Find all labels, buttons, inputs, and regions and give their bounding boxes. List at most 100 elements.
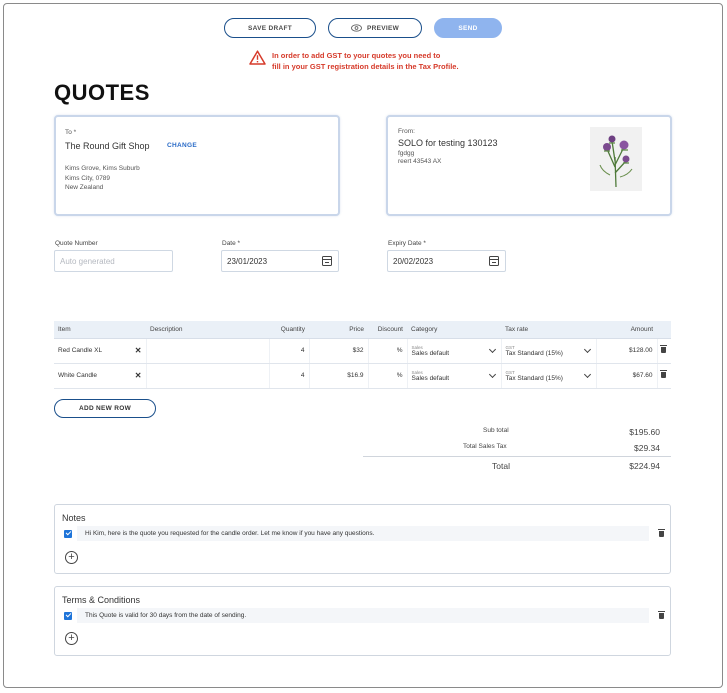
preview-button[interactable]: PREVIEW	[328, 18, 422, 38]
column-header-amount: Amount	[596, 321, 657, 339]
discount-cell[interactable]: %	[368, 363, 408, 389]
terms-panel: Terms & Conditions This Quote is valid f…	[54, 586, 671, 656]
notes-item: Hi Kim, here is the quote you requested …	[64, 526, 665, 541]
add-note-icon[interactable]: +	[65, 551, 78, 564]
notes-title: Notes	[62, 513, 86, 523]
amount-cell: $67.60	[596, 363, 658, 389]
send-label: SEND	[458, 24, 478, 32]
column-header-quantity: Quantity	[269, 321, 309, 339]
delete-row-cell	[657, 338, 671, 364]
warning-line-1: In order to add GST to your quotes you n…	[272, 51, 441, 60]
chevron-down-icon	[583, 370, 591, 378]
note-checkbox[interactable]	[64, 529, 72, 538]
total-sales-tax-value: $29.34	[634, 443, 660, 453]
calendar-icon[interactable]	[489, 256, 499, 266]
date-value: 23/01/2023	[227, 256, 268, 266]
chevron-down-icon	[488, 370, 496, 378]
from-label: From:	[398, 128, 415, 135]
tax-value: Tax Standard (15%)	[505, 374, 563, 382]
date-field[interactable]: 23/01/2023	[221, 250, 339, 272]
thistle-flower-icon	[599, 135, 633, 188]
send-button[interactable]: SEND	[434, 18, 502, 38]
note-text-input[interactable]: Hi Kim, here is the quote you requested …	[77, 526, 649, 541]
trash-icon[interactable]	[658, 528, 665, 537]
chevron-down-icon	[488, 345, 496, 353]
table-header-row: Item Description Quantity Price Discount…	[54, 321, 671, 339]
terms-text-input[interactable]: This Quote is valid for 30 days from the…	[77, 608, 649, 623]
clear-item-icon[interactable]: ✕	[135, 346, 142, 355]
expiry-date-label: Expiry Date *	[388, 240, 426, 247]
column-header-actions	[657, 321, 671, 339]
quantity-cell[interactable]: 4	[269, 363, 310, 389]
tax-value: Tax Standard (15%)	[505, 349, 563, 357]
add-terms-icon[interactable]: +	[65, 632, 78, 645]
to-label: To *	[65, 129, 77, 136]
tax-rate-select[interactable]: GST Tax Standard (15%)	[501, 338, 597, 364]
expiry-date-field[interactable]: 20/02/2023	[387, 250, 506, 272]
total-sales-tax-label: Total Sales Tax	[463, 443, 507, 450]
preview-label: PREVIEW	[366, 24, 400, 32]
business-line-1: fgdgg	[398, 150, 415, 157]
item-cell[interactable]: Red Candle XL ✕	[54, 338, 147, 364]
table-row: Red Candle XL ✕ 4 $32 % Sales Sales defaul…	[54, 338, 671, 364]
total-value: $224.94	[629, 461, 660, 471]
notes-panel: Notes Hi Kim, here is the quote you requ…	[54, 504, 671, 574]
description-cell[interactable]	[146, 338, 270, 364]
customer-name: The Round Gift Shop	[65, 141, 150, 151]
terms-checkbox[interactable]	[64, 611, 72, 620]
subtotal-value: $195.60	[629, 427, 660, 437]
business-logo	[590, 127, 642, 191]
item-name: White Candle	[58, 372, 98, 379]
column-header-tax-rate: Tax rate	[501, 321, 596, 339]
business-name: SOLO for testing 130123	[398, 138, 498, 148]
totals-divider	[363, 456, 671, 457]
quote-number-input[interactable]: Auto generated	[54, 250, 173, 272]
discount-cell[interactable]: %	[368, 338, 408, 364]
total-label: Total	[492, 461, 510, 471]
column-header-category: Category	[407, 321, 501, 339]
chevron-down-icon	[583, 345, 591, 353]
calendar-icon[interactable]	[322, 256, 332, 266]
terms-title: Terms & Conditions	[62, 595, 141, 605]
trash-icon[interactable]	[659, 369, 667, 378]
description-cell[interactable]	[146, 363, 270, 389]
address-line-1: Kims Grove, Kims Suburb	[65, 165, 140, 172]
category-value: Sales default	[411, 374, 450, 382]
table-row: White Candle ✕ 4 $16.9 % Sales Sales defau…	[54, 363, 671, 389]
warning-triangle-icon	[249, 50, 266, 65]
trash-icon[interactable]	[658, 610, 665, 619]
address-line-2: Kims City, 0789	[65, 174, 111, 182]
price-cell[interactable]: $16.9	[309, 363, 369, 389]
quote-number-placeholder: Auto generated	[60, 256, 115, 266]
category-select[interactable]: Sales Sales default	[407, 338, 502, 364]
amount-cell: $128.00	[596, 338, 658, 364]
change-customer-link[interactable]: CHANGE	[167, 142, 197, 149]
warning-line-2: fill in your GST registration details in…	[272, 62, 459, 71]
column-header-discount: Discount	[368, 321, 407, 339]
line-items-table: Item Description Quantity Price Discount…	[54, 321, 671, 389]
add-new-row-label: ADD NEW ROW	[78, 405, 132, 412]
category-select[interactable]: Sales Sales default	[407, 363, 502, 389]
delete-row-cell	[657, 363, 671, 389]
page-title: QUOTES	[54, 80, 150, 105]
column-header-description: Description	[146, 321, 269, 339]
customer-address: Kims Grove, Kims Suburb Kims City, 0789 …	[65, 164, 140, 193]
clear-item-icon[interactable]: ✕	[135, 371, 142, 380]
from-card: From: SOLO for testing 130123 fgdgg reer…	[386, 115, 672, 216]
item-name: Red Candle XL	[58, 347, 103, 354]
eye-icon	[351, 24, 362, 32]
subtotal-label: Sub total	[483, 427, 509, 434]
item-cell[interactable]: White Candle ✕	[54, 363, 147, 389]
price-cell[interactable]: $32	[309, 338, 369, 364]
save-draft-button[interactable]: SAVE DRAFT	[224, 18, 316, 38]
date-label: Date *	[222, 240, 241, 247]
add-new-row-button[interactable]: ADD NEW ROW	[54, 399, 156, 418]
save-draft-label: SAVE DRAFT	[247, 24, 293, 32]
gst-warning: In order to add GST to your quotes you n…	[249, 50, 459, 72]
trash-icon[interactable]	[659, 344, 667, 353]
to-card[interactable]: To * The Round Gift Shop CHANGE Kims Gro…	[54, 115, 340, 216]
column-header-item: Item	[54, 321, 146, 339]
column-header-price: Price	[309, 321, 368, 339]
quantity-cell[interactable]: 4	[269, 338, 310, 364]
tax-rate-select[interactable]: GST Tax Standard (15%)	[501, 363, 597, 389]
